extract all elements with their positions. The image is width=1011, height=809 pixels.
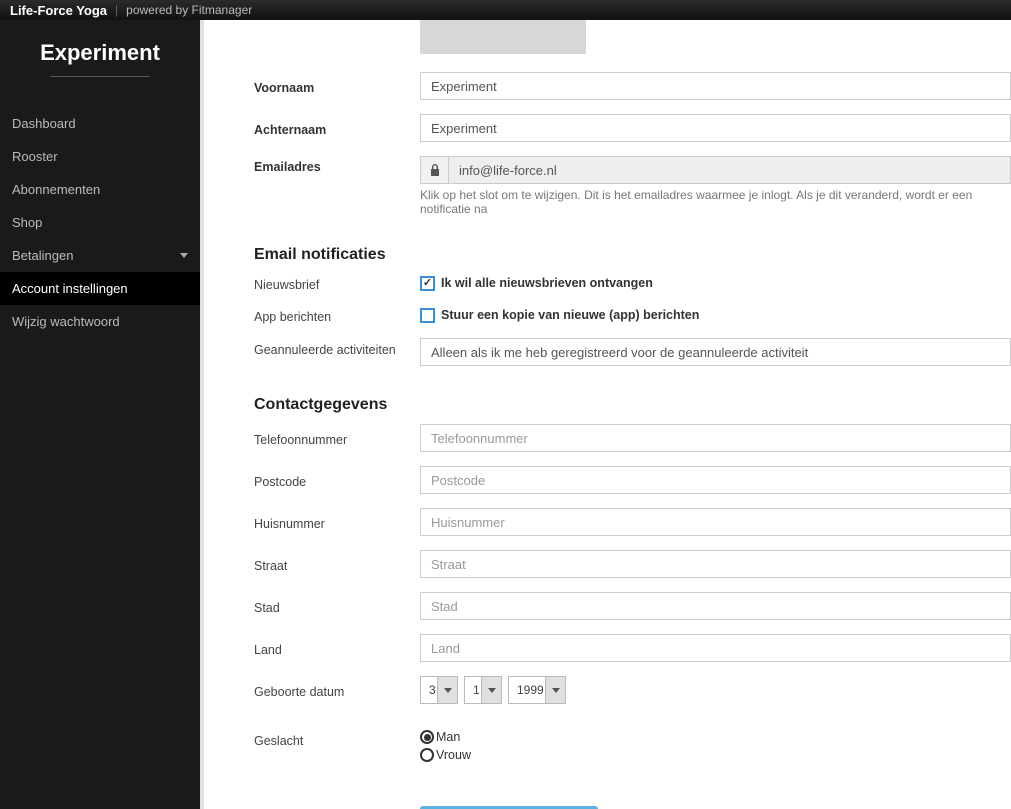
nav-list: Dashboard Rooster Abonnementen Shop Beta… <box>0 107 200 338</box>
main-content: Voornaam Achternaam Emailadres Klik op h… <box>200 20 1011 809</box>
label-email: Emailadres <box>254 156 420 174</box>
label-huisnummer: Huisnummer <box>254 513 420 531</box>
input-stad[interactable] <box>420 592 1011 620</box>
brand-divider: | <box>115 3 118 17</box>
label-geboorte-datum: Geboorte datum <box>254 681 420 699</box>
label-geslacht: Geslacht <box>254 730 420 748</box>
nav-label: Shop <box>12 215 42 230</box>
label-app-berichten: App berichten <box>254 306 420 324</box>
label-stad: Stad <box>254 597 420 615</box>
label-voornaam: Voornaam <box>254 77 420 95</box>
radio-vrouw-label: Vrouw <box>436 748 471 762</box>
nav-label: Account instellingen <box>12 281 128 296</box>
nav-label: Betalingen <box>12 248 73 263</box>
email-hint: Klik op het slot om te wijzigen. Dit is … <box>420 188 1011 216</box>
email-input-group <box>420 156 1011 184</box>
label-nieuwsbrief: Nieuwsbrief <box>254 274 420 292</box>
sidebar-title: Experiment <box>0 40 200 66</box>
input-postcode[interactable] <box>420 466 1011 494</box>
nav-abonnementen[interactable]: Abonnementen <box>0 173 200 206</box>
label-geannuleerde: Geannuleerde activiteiten <box>254 338 420 358</box>
nav-wijzig-wachtwoord[interactable]: Wijzig wachtwoord <box>0 305 200 338</box>
input-land[interactable] <box>420 634 1011 662</box>
nav-shop[interactable]: Shop <box>0 206 200 239</box>
label-achternaam: Achternaam <box>254 119 420 137</box>
nav-betalingen[interactable]: Betalingen <box>0 239 200 272</box>
input-achternaam[interactable] <box>420 114 1011 142</box>
chevron-down-icon <box>180 253 188 258</box>
avatar-placeholder[interactable] <box>420 20 586 54</box>
label-postcode: Postcode <box>254 471 420 489</box>
input-huisnummer[interactable] <box>420 508 1011 536</box>
label-telefoon: Telefoonnummer <box>254 429 420 447</box>
checkbox-app-berichten-label: Stuur een kopie van nieuwe (app) bericht… <box>441 308 699 322</box>
chevron-down-icon <box>545 677 565 703</box>
nav-label: Abonnementen <box>12 182 100 197</box>
radio-man[interactable] <box>420 730 434 744</box>
chevron-down-icon <box>481 677 501 703</box>
checkbox-nieuwsbrief[interactable] <box>420 276 435 291</box>
topbar: Life-Force Yoga | powered by Fitmanager <box>0 0 1011 20</box>
sidebar: Experiment Dashboard Rooster Abonnemente… <box>0 20 200 809</box>
input-email <box>449 157 1010 183</box>
section-email-notifications: Email notificaties <box>254 246 1011 264</box>
label-land: Land <box>254 639 420 657</box>
birth-year-value: 1999 <box>509 683 545 697</box>
checkbox-nieuwsbrief-label: Ik wil alle nieuwsbrieven ontvangen <box>441 276 653 290</box>
select-birth-month[interactable]: 1 <box>464 676 502 704</box>
checkbox-app-berichten[interactable] <box>420 308 435 323</box>
radio-vrouw[interactable] <box>420 748 434 762</box>
sidebar-title-underline <box>50 76 150 77</box>
input-voornaam[interactable] <box>420 72 1011 100</box>
nav-label: Rooster <box>12 149 58 164</box>
nav-dashboard[interactable]: Dashboard <box>0 107 200 140</box>
lock-icon[interactable] <box>421 157 449 183</box>
birth-day-value: 3 <box>421 683 437 697</box>
section-contactgegevens: Contactgegevens <box>254 396 1011 414</box>
nav-label: Dashboard <box>12 116 76 131</box>
radio-man-label: Man <box>436 730 460 744</box>
brand-name: Life-Force Yoga <box>10 3 107 18</box>
input-telefoon[interactable] <box>420 424 1011 452</box>
select-birth-year[interactable]: 1999 <box>508 676 566 704</box>
label-straat: Straat <box>254 555 420 573</box>
powered-by-text: powered by Fitmanager <box>126 3 252 17</box>
nav-account-instellingen[interactable]: Account instellingen <box>0 272 200 305</box>
nav-label: Wijzig wachtwoord <box>12 314 120 329</box>
select-cancelled-activities[interactable] <box>420 338 1011 366</box>
chevron-down-icon <box>437 677 457 703</box>
birth-month-value: 1 <box>465 683 481 697</box>
select-birth-day[interactable]: 3 <box>420 676 458 704</box>
input-straat[interactable] <box>420 550 1011 578</box>
nav-rooster[interactable]: Rooster <box>0 140 200 173</box>
